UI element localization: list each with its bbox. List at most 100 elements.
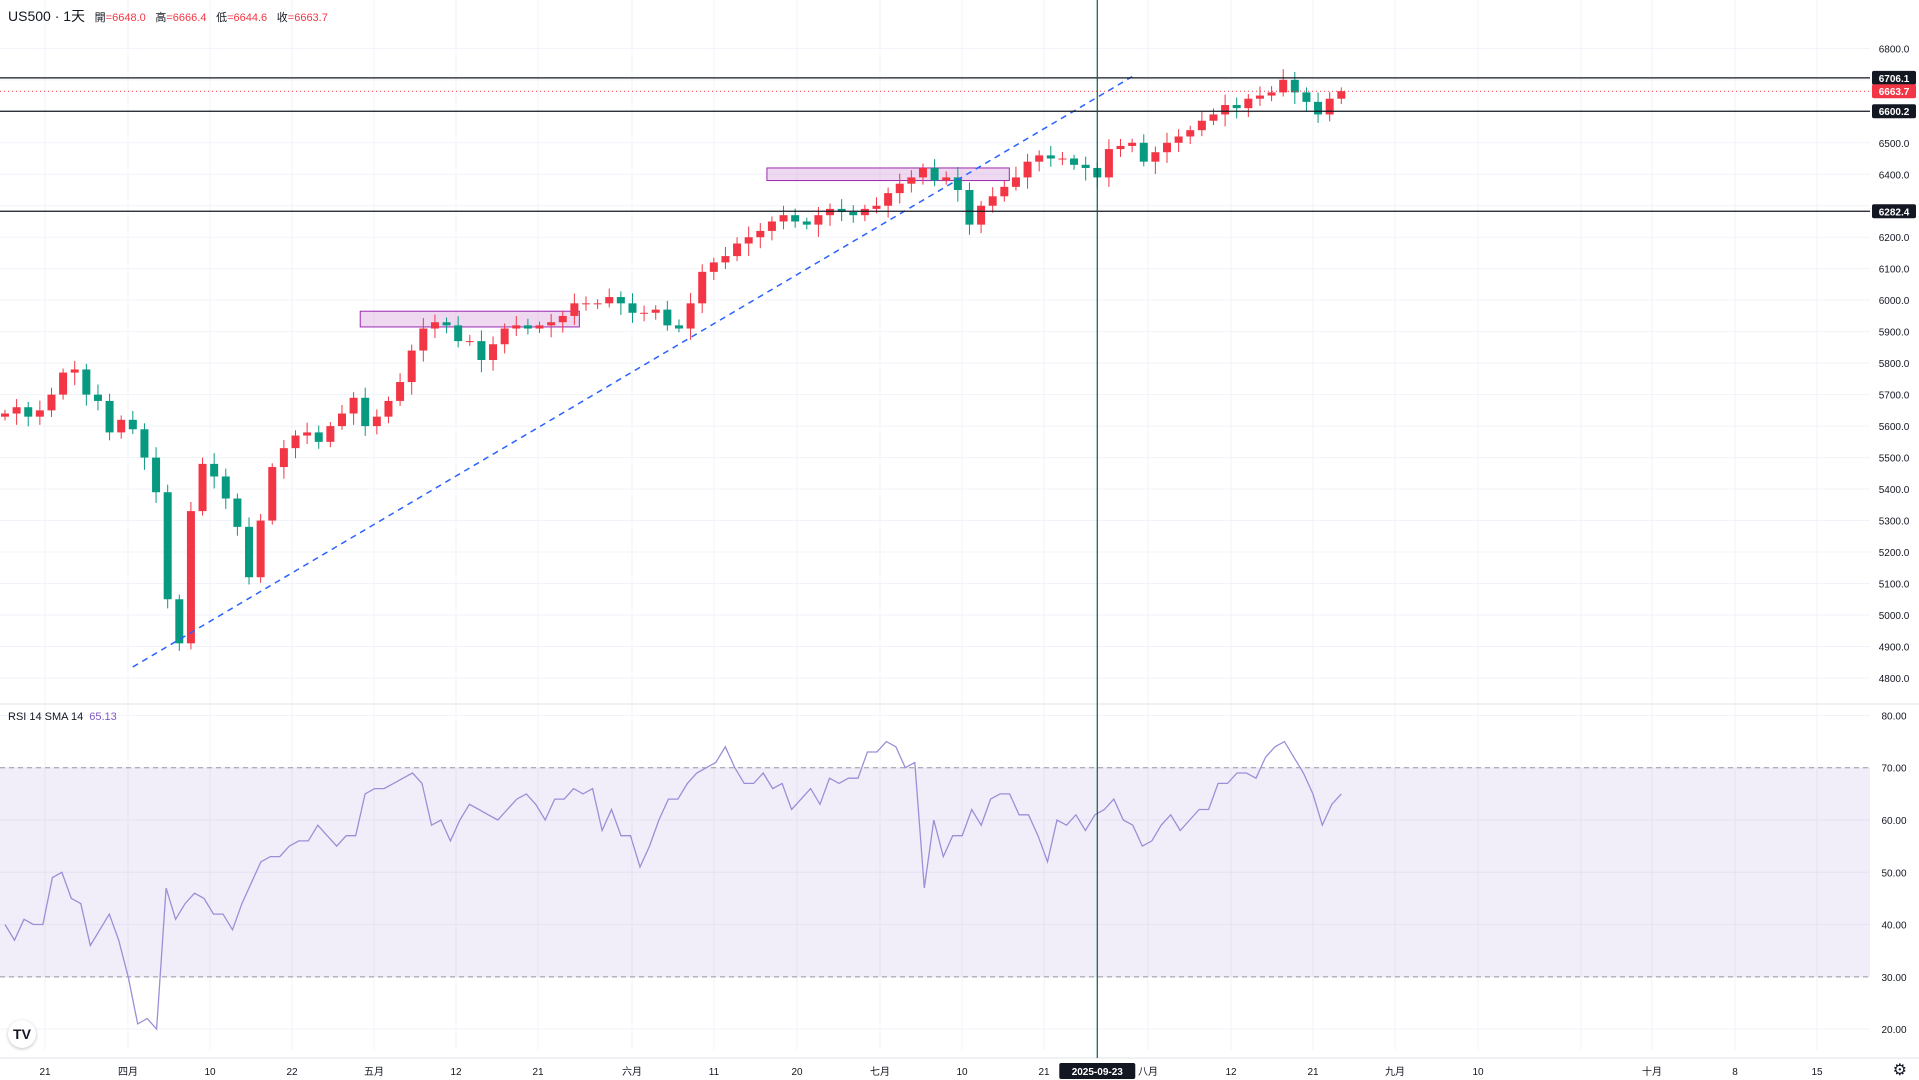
candle-body bbox=[245, 526, 254, 578]
time-tick-label: 8 bbox=[1732, 1067, 1738, 1078]
candle-body bbox=[442, 322, 451, 326]
candle-body bbox=[256, 520, 265, 578]
candle-body bbox=[663, 309, 672, 326]
candle-body bbox=[628, 303, 637, 313]
candle-body bbox=[1337, 91, 1346, 99]
candle bbox=[1035, 150, 1044, 172]
candle bbox=[1081, 156, 1090, 181]
candle-body bbox=[1046, 155, 1055, 159]
gear-icon[interactable]: ⚙ bbox=[1893, 1060, 1907, 1080]
candle-body bbox=[1081, 164, 1090, 168]
candle-body bbox=[303, 432, 312, 436]
candle-body bbox=[1163, 142, 1171, 153]
candle-body bbox=[558, 315, 567, 323]
candle bbox=[163, 484, 172, 609]
candle-body bbox=[279, 448, 288, 468]
candle-body bbox=[1139, 142, 1148, 162]
candle bbox=[384, 396, 393, 424]
candle-body bbox=[489, 344, 498, 360]
candle bbox=[744, 226, 753, 257]
candle-body bbox=[744, 237, 753, 244]
time-tick-label: 10 bbox=[956, 1067, 968, 1078]
candle bbox=[826, 203, 835, 226]
candle-body bbox=[384, 400, 393, 417]
candle bbox=[1104, 139, 1113, 187]
time-tick-label: 六月 bbox=[622, 1066, 642, 1078]
candle-body bbox=[1116, 145, 1125, 150]
candle-body bbox=[186, 511, 195, 644]
price-tick-label: 5700.0 bbox=[1879, 391, 1910, 402]
rsi-tick-label: 30.00 bbox=[1881, 973, 1906, 984]
candle bbox=[82, 363, 91, 406]
candle-body bbox=[767, 221, 776, 231]
time-tick-label: 七月 bbox=[870, 1066, 890, 1078]
candle bbox=[582, 296, 590, 311]
candle-body bbox=[500, 328, 509, 345]
candle-body bbox=[686, 303, 695, 329]
candle-body bbox=[35, 410, 44, 417]
candle bbox=[1221, 94, 1230, 127]
candle-body bbox=[210, 463, 219, 477]
candle bbox=[152, 447, 161, 503]
candle bbox=[500, 323, 509, 354]
rsi-header: RSI 14 SMA 14 65.13 bbox=[8, 711, 117, 723]
candle-body bbox=[59, 372, 68, 395]
candle bbox=[140, 423, 149, 470]
candle-body bbox=[582, 303, 590, 305]
time-tick-label: 12 bbox=[450, 1067, 462, 1078]
candle bbox=[802, 217, 811, 230]
candle-body bbox=[1023, 161, 1032, 178]
time-tick-label: 21 bbox=[1307, 1067, 1319, 1078]
candle-body bbox=[709, 262, 718, 272]
candle bbox=[489, 336, 498, 371]
candle bbox=[837, 199, 846, 222]
price-tick-label: 5900.0 bbox=[1879, 328, 1910, 339]
candle-body bbox=[535, 325, 544, 329]
rsi-label[interactable]: RSI 14 SMA 14 bbox=[8, 711, 83, 723]
candle-body bbox=[860, 208, 869, 216]
candle-body bbox=[407, 350, 416, 383]
candle-body bbox=[872, 205, 881, 209]
candle bbox=[268, 463, 277, 525]
candle-body bbox=[674, 325, 683, 329]
candle-body bbox=[1302, 92, 1311, 102]
candle bbox=[663, 300, 672, 331]
time-tick-label: 五月 bbox=[364, 1066, 384, 1078]
candle bbox=[105, 393, 114, 441]
candle bbox=[210, 453, 219, 489]
price-tick-label: 5200.0 bbox=[1879, 548, 1910, 559]
symbol-title[interactable]: US500 · 1天 bbox=[8, 8, 85, 24]
candle-body bbox=[430, 322, 439, 329]
candle bbox=[965, 182, 974, 235]
candle-body bbox=[814, 215, 823, 225]
candle-body bbox=[326, 426, 335, 442]
chart-header: US500 · 1天 開=6648.0 高=6666.4 低=6644.6 收=… bbox=[8, 6, 328, 26]
candle-body bbox=[361, 397, 370, 427]
candle-body bbox=[1279, 79, 1288, 93]
candle-body bbox=[1255, 95, 1264, 99]
candle bbox=[279, 439, 288, 479]
candle-body bbox=[1035, 155, 1044, 162]
candle bbox=[1337, 87, 1346, 105]
candle-body bbox=[233, 498, 242, 527]
candle bbox=[884, 187, 893, 218]
candle-body bbox=[1267, 92, 1276, 96]
candle-body bbox=[1325, 98, 1334, 115]
tradingview-logo-icon[interactable]: TV bbox=[8, 1020, 36, 1048]
time-tick-label: 四月 bbox=[118, 1066, 138, 1078]
candle-body bbox=[1186, 130, 1195, 137]
candle bbox=[47, 387, 56, 417]
candle-body bbox=[512, 325, 521, 329]
time-tick-label: 21 bbox=[532, 1067, 544, 1078]
candle-body bbox=[1151, 152, 1160, 162]
rsi-tick-label: 40.00 bbox=[1881, 921, 1906, 932]
candle-body bbox=[1058, 158, 1067, 160]
candle bbox=[12, 399, 21, 425]
chart-canvas[interactable]: 6706.1 6600.2 6282.4 6663.7 2025-09-23 6800.0… bbox=[0, 0, 1919, 1079]
close-label: 收 bbox=[276, 12, 288, 24]
candle bbox=[651, 305, 660, 320]
time-tick-label: 十月 bbox=[1642, 1065, 1662, 1078]
candle-body bbox=[605, 297, 614, 304]
candle-body bbox=[1232, 105, 1241, 109]
candle bbox=[1139, 134, 1148, 167]
